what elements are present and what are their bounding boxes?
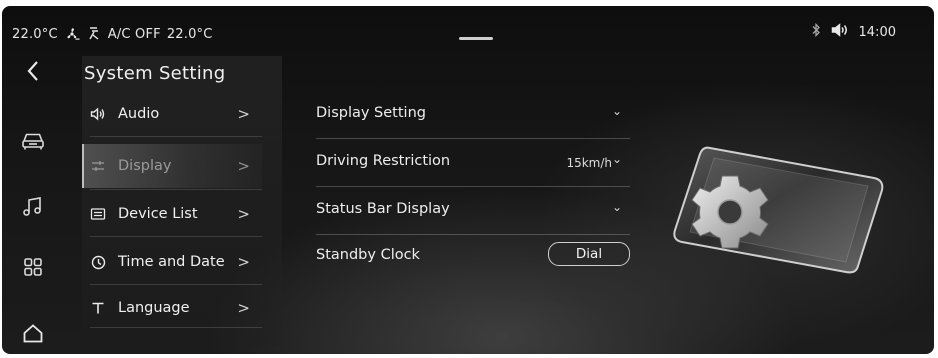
menu-item-time-and-date[interactable]: Time and Date > bbox=[82, 240, 262, 284]
menu-item-device-list[interactable]: Device List > bbox=[82, 192, 262, 236]
right-temperature: 22.0°C bbox=[166, 26, 213, 42]
ac-status-text: A/C OFF bbox=[107, 26, 161, 42]
divider bbox=[90, 284, 262, 285]
climate-status[interactable]: 22.0°C A/C OFF 22.0°C bbox=[12, 26, 213, 42]
divider bbox=[90, 136, 262, 137]
divider bbox=[90, 327, 262, 328]
screen-gear-graphic bbox=[673, 146, 884, 274]
chevron-right-icon: > bbox=[237, 105, 250, 123]
infotainment-screen: 22.0°C A/C OFF 22.0°C 14:00 System Setti… bbox=[2, 6, 934, 354]
text-t-icon bbox=[90, 300, 106, 316]
standby-clock-dial-button[interactable]: Dial bbox=[548, 242, 630, 266]
pull-down-handle[interactable] bbox=[459, 37, 493, 40]
chevron-down-icon: ⌄ bbox=[611, 152, 622, 166]
divider bbox=[90, 236, 262, 237]
clock-time: 14:00 bbox=[858, 24, 896, 40]
setting-driving-restriction[interactable]: Driving Restriction 15km/h ⌄ bbox=[316, 140, 630, 186]
page-title: System Setting bbox=[84, 63, 226, 84]
home-icon[interactable] bbox=[20, 320, 46, 346]
menu-item-language[interactable]: Language > bbox=[82, 286, 262, 330]
bluetooth-icon bbox=[811, 22, 821, 41]
divider bbox=[316, 138, 630, 139]
status-indicators: 14:00 bbox=[811, 22, 896, 41]
back-icon[interactable] bbox=[20, 58, 46, 84]
left-temperature: 22.0°C bbox=[12, 26, 58, 42]
menu-item-label: Display bbox=[118, 158, 172, 174]
device-list-icon bbox=[90, 206, 106, 222]
car-icon[interactable] bbox=[20, 128, 46, 154]
speaker-icon bbox=[90, 106, 106, 122]
divider bbox=[316, 186, 630, 187]
menu-item-label: Language bbox=[118, 300, 190, 316]
setting-value: 15km/h bbox=[566, 156, 612, 170]
setting-label: Driving Restriction bbox=[316, 153, 451, 169]
setting-label: Status Bar Display bbox=[316, 201, 450, 217]
sliders-icon bbox=[90, 158, 106, 174]
display-settings-illustration bbox=[662, 118, 898, 278]
apps-grid-icon[interactable] bbox=[20, 254, 46, 280]
ac-airflow-icon bbox=[86, 26, 102, 42]
chevron-right-icon: > bbox=[237, 299, 250, 317]
volume-icon bbox=[831, 23, 849, 41]
music-icon[interactable] bbox=[20, 194, 46, 220]
fan-icon bbox=[64, 27, 80, 41]
clock-icon bbox=[90, 254, 106, 270]
menu-item-audio[interactable]: Audio > bbox=[82, 92, 262, 136]
menu-item-label: Audio bbox=[118, 106, 160, 122]
setting-label: Display Setting bbox=[316, 105, 426, 121]
chevron-down-icon: ⌄ bbox=[611, 104, 622, 118]
chevron-down-icon: ⌄ bbox=[611, 200, 622, 214]
chevron-right-icon: > bbox=[237, 253, 250, 271]
menu-item-label: Time and Date bbox=[118, 254, 225, 270]
setting-label: Standby Clock bbox=[316, 247, 420, 263]
menu-item-label: Device List bbox=[118, 206, 198, 222]
menu-item-display[interactable]: Display > bbox=[82, 144, 262, 188]
chevron-right-icon: > bbox=[237, 205, 250, 223]
setting-status-bar-display[interactable]: Status Bar Display ⌄ bbox=[316, 188, 630, 234]
setting-display-setting[interactable]: Display Setting ⌄ bbox=[316, 92, 630, 138]
divider bbox=[90, 189, 262, 190]
chevron-right-icon: > bbox=[237, 157, 250, 175]
